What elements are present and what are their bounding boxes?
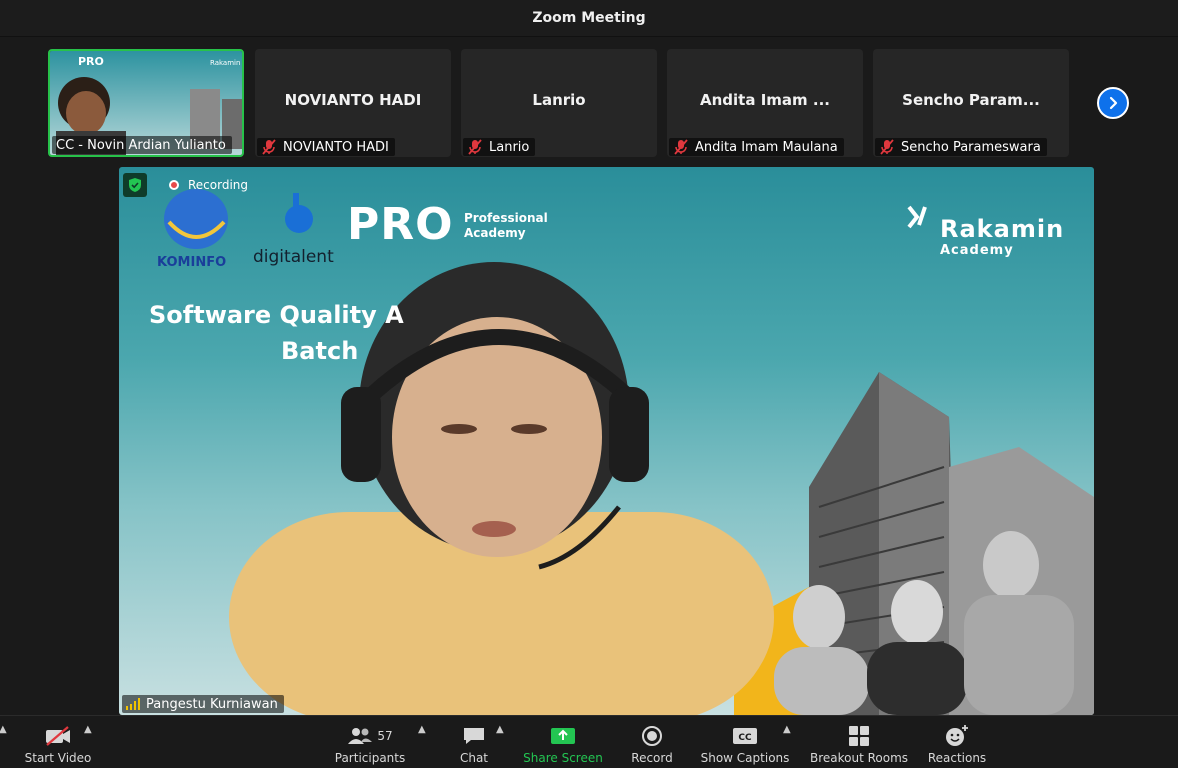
participant-name-tag: Lanrio xyxy=(463,138,536,156)
breakout-rooms-label: Breakout Rooms xyxy=(809,751,909,765)
participant-display-name: Sencho Param... xyxy=(902,91,1040,109)
breakout-rooms-icon xyxy=(849,726,869,746)
participant-tile[interactable]: NOVIANTO HADI NOVIANTO HADI xyxy=(255,49,451,157)
mic-muted-icon xyxy=(468,139,482,155)
participant-name-tag: Sencho Parameswara xyxy=(875,138,1047,156)
captions-options-caret-icon[interactable]: ▲ xyxy=(783,724,791,735)
participant-name-tag: NOVIANTO HADI xyxy=(257,138,395,156)
audio-level-icon xyxy=(126,698,140,710)
breakout-rooms-button[interactable]: Breakout Rooms xyxy=(806,716,912,768)
mic-muted-icon xyxy=(880,139,894,155)
captions-icon: CC xyxy=(733,728,757,744)
shield-icon xyxy=(129,178,141,192)
participant-tile[interactable]: Andita Imam ... Andita Imam Maulana xyxy=(667,49,863,157)
next-page-button[interactable] xyxy=(1097,87,1129,119)
participant-name-tag: CC - Novin Ardian Yulianto xyxy=(52,136,232,154)
pro-logo-text: PRO xyxy=(347,199,454,250)
svg-text:CC: CC xyxy=(738,733,752,743)
participant-tile[interactable]: Sencho Param... Sencho Parameswara xyxy=(873,49,1069,157)
chat-icon xyxy=(464,728,484,744)
participants-button[interactable]: 57 Participants xyxy=(332,716,408,768)
recording-dot-icon xyxy=(169,180,179,190)
chat-options-caret-icon[interactable]: ▲ xyxy=(496,724,504,735)
security-shield-icon[interactable] xyxy=(123,173,147,197)
speaker-name: Pangestu Kurniawan xyxy=(146,696,278,712)
participant-display-name: Andita Imam ... xyxy=(700,91,830,109)
participant-name: Sencho Parameswara xyxy=(901,139,1041,155)
speaker-name-tag: Pangestu Kurniawan xyxy=(122,695,284,713)
share-screen-label: Share Screen xyxy=(523,751,603,765)
mic-muted-icon xyxy=(262,139,276,155)
participant-name-tag: Andita Imam Maulana xyxy=(669,138,844,156)
share-screen-button[interactable]: Share Screen xyxy=(518,716,608,768)
rakamin-logo-subtitle: Academy xyxy=(940,243,1014,258)
participant-name: CC - Novin Ardian Yulianto xyxy=(56,137,226,153)
show-captions-label: Show Captions xyxy=(700,751,790,765)
kominfo-logo-text: KOMINFO xyxy=(157,255,227,270)
svg-text:PRO: PRO xyxy=(78,55,104,68)
pro-subtitle-line-2: Academy xyxy=(464,226,526,240)
participants-options-caret-icon[interactable]: ▲ xyxy=(418,724,426,735)
participant-display-name: Lanrio xyxy=(532,91,586,109)
show-captions-button[interactable]: CC Show Captions xyxy=(696,716,794,768)
title-bar: Zoom Meeting xyxy=(0,0,1178,37)
window-title: Zoom Meeting xyxy=(532,10,646,26)
chevron-right-icon xyxy=(1109,96,1118,110)
reactions-label: Reactions xyxy=(927,751,987,765)
svg-text:Rakamin: Rakamin xyxy=(210,59,240,67)
participants-count: 57 xyxy=(377,729,393,743)
participant-tile[interactable]: Lanrio Lanrio xyxy=(461,49,657,157)
rakamin-logo-text: Rakamin xyxy=(940,215,1065,243)
chat-label: Chat xyxy=(459,751,489,765)
pro-subtitle-line-1: Professional xyxy=(464,211,548,225)
share-screen-icon xyxy=(551,728,575,744)
pro-logo-subtitle: Professional Academy xyxy=(464,211,548,241)
slide-batch: Batch xyxy=(281,337,359,365)
slide-title: Software Quality A xyxy=(149,301,404,329)
reactions-icon xyxy=(946,725,968,746)
record-button[interactable]: Record xyxy=(624,716,680,768)
participant-strip: PRO Rakamin CC - Novin Ardian Yulianto N… xyxy=(0,49,1178,157)
video-off-icon xyxy=(46,726,70,746)
participants-label: Participants xyxy=(334,751,406,765)
participant-name: NOVIANTO HADI xyxy=(283,139,389,155)
meeting-toolbar: ▲ Start Video ▲ 57 Participants ▲ Chat ▲… xyxy=(0,715,1178,768)
recording-label: Recording xyxy=(188,178,249,192)
mic-muted-icon xyxy=(674,139,688,155)
video-options-caret-icon[interactable]: ▲ xyxy=(84,724,92,735)
record-label: Record xyxy=(631,751,673,765)
recording-indicator[interactable]: Recording xyxy=(169,178,248,192)
record-icon xyxy=(642,726,662,746)
caret-up-icon[interactable]: ▲ xyxy=(0,724,7,735)
participant-name: Lanrio xyxy=(489,139,530,155)
start-video-label: Start Video xyxy=(24,751,92,765)
participant-name: Andita Imam Maulana xyxy=(695,139,838,155)
active-speaker-video: Recording KOMINFO digitalent PRO Profess… xyxy=(119,167,1094,715)
participants-icon xyxy=(348,728,373,744)
digitalent-logo-text: digitalent xyxy=(253,247,334,267)
participant-display-name: NOVIANTO HADI xyxy=(284,91,422,109)
participant-tile-video[interactable]: PRO Rakamin CC - Novin Ardian Yulianto xyxy=(48,49,244,157)
chat-button[interactable]: Chat xyxy=(448,716,500,768)
reactions-button[interactable]: Reactions xyxy=(924,716,990,768)
